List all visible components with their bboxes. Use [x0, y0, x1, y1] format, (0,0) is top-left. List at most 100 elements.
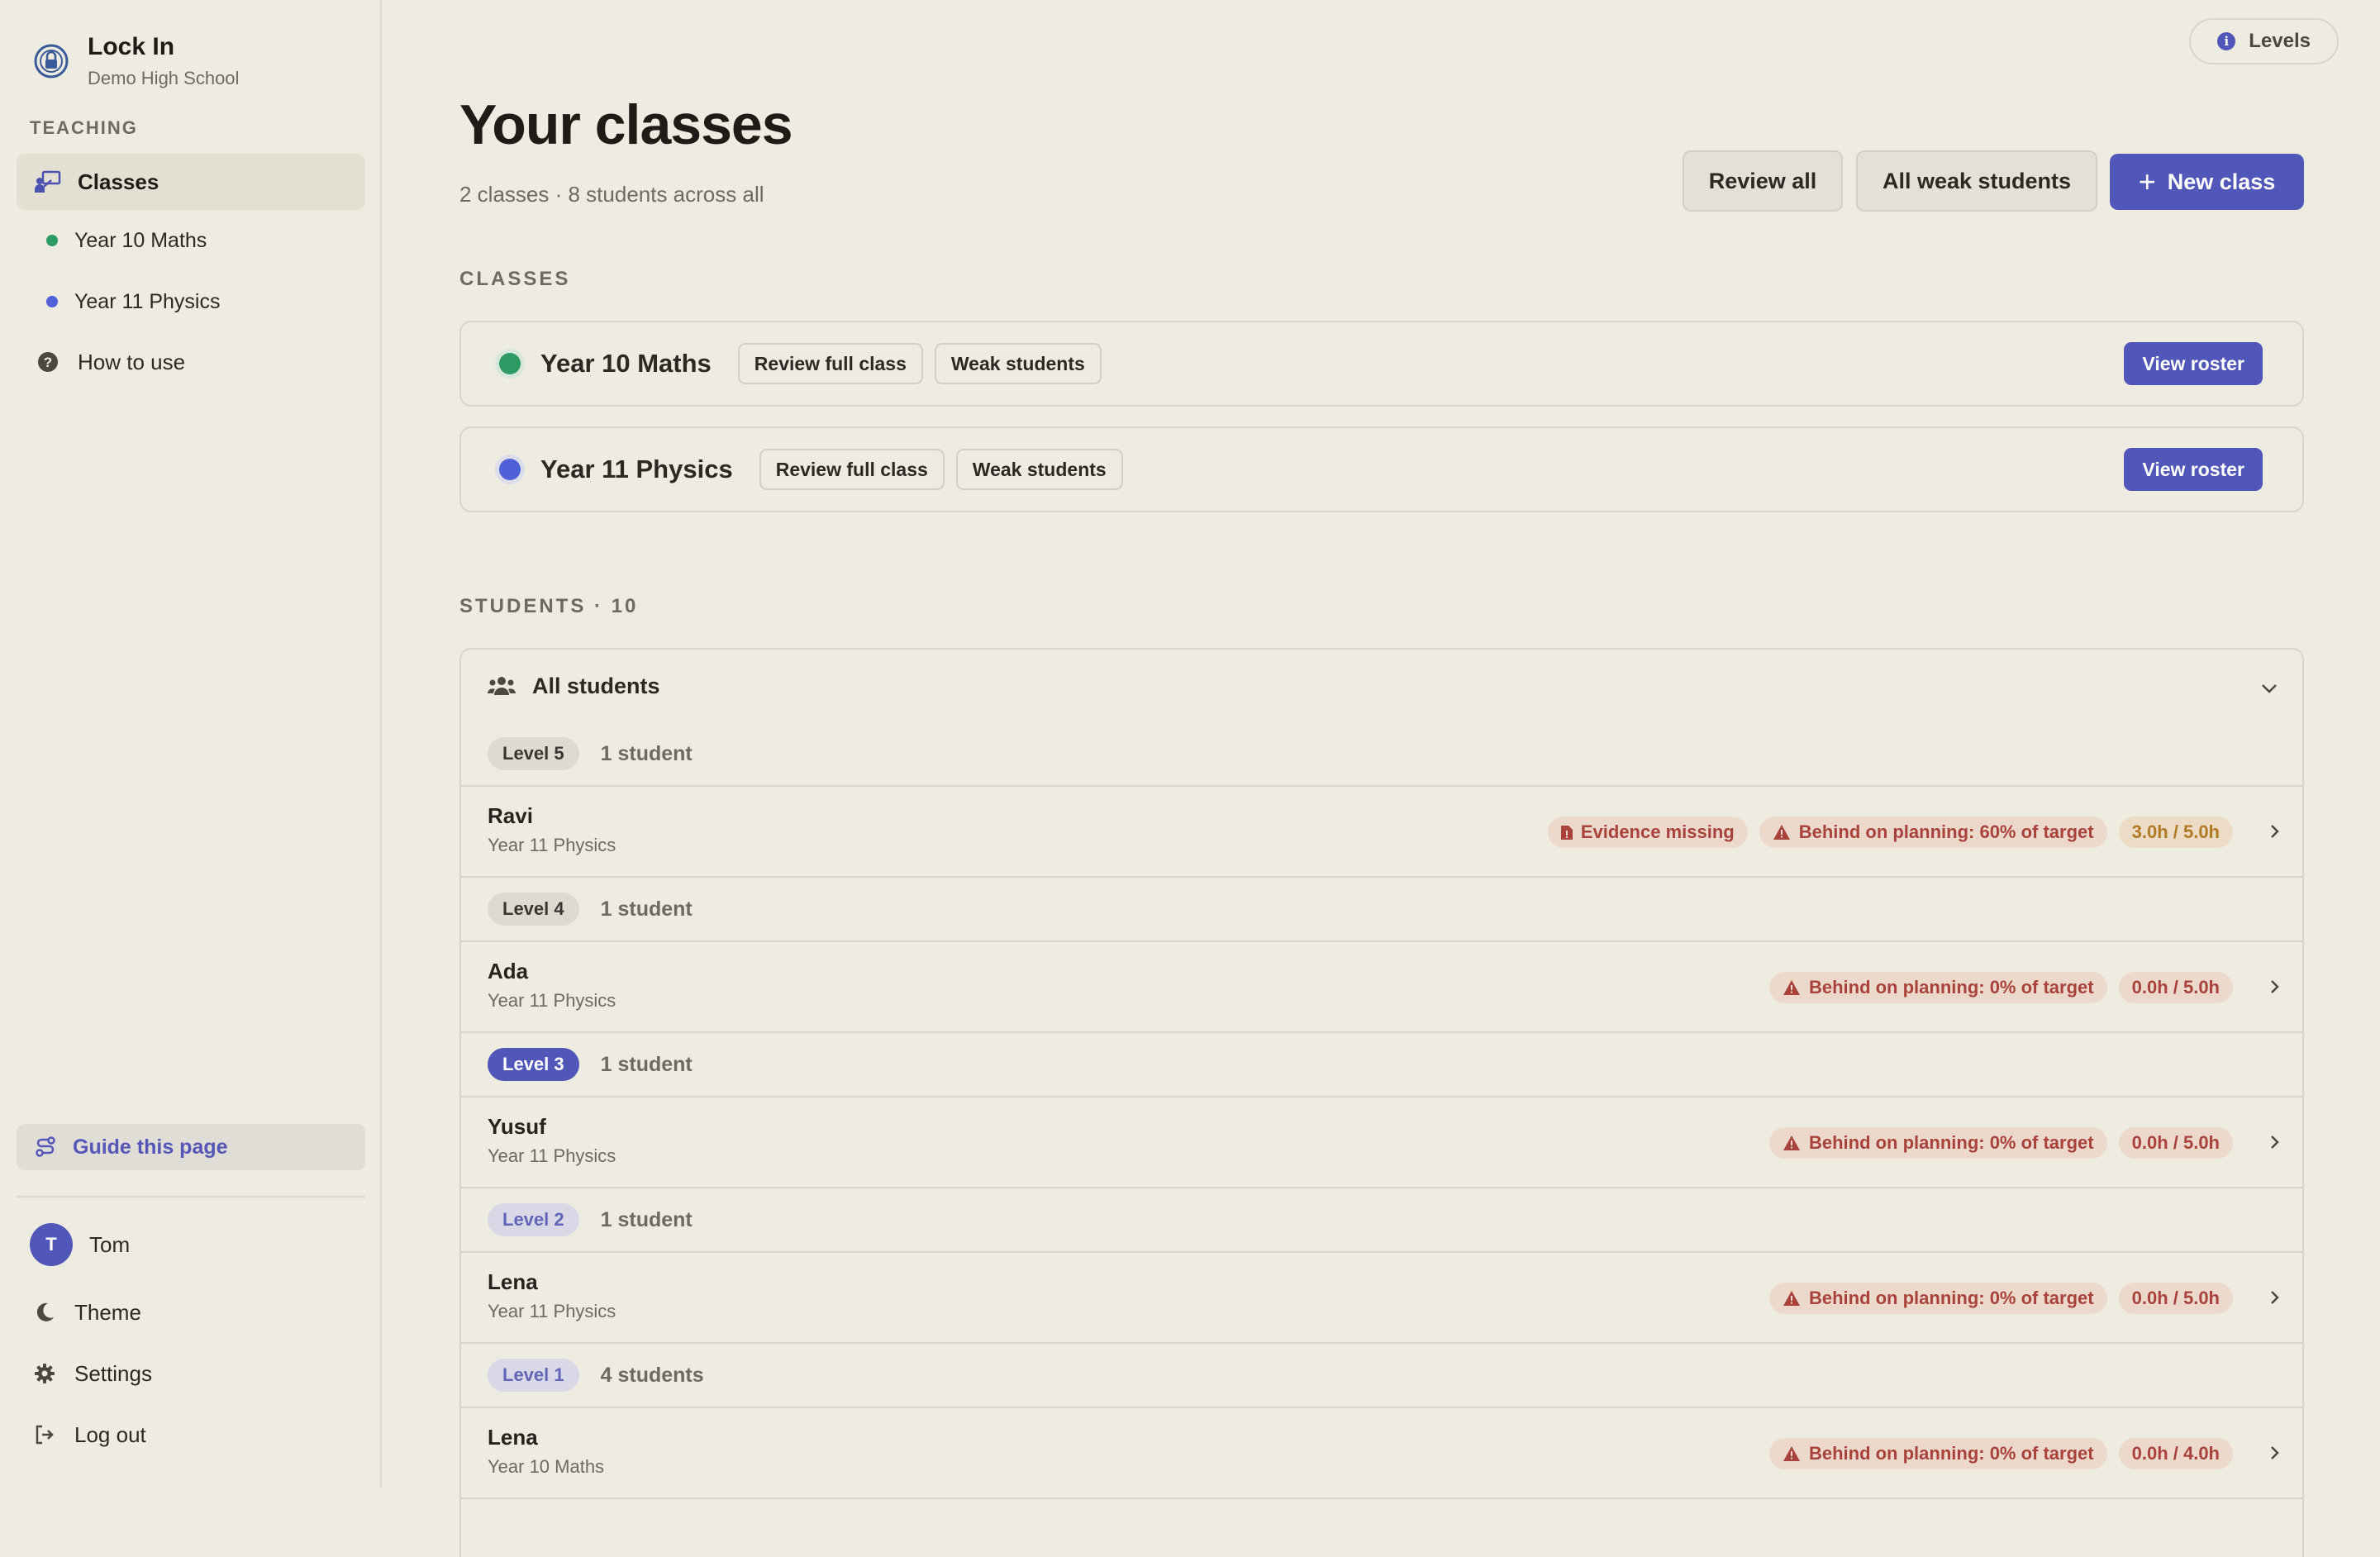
- review-all-button[interactable]: Review all: [1683, 150, 1843, 212]
- behind-planning-badge: Behind on planning: 0% of target: [1768, 1438, 2107, 1469]
- view-roster-button[interactable]: View roster: [2124, 448, 2263, 491]
- settings-link[interactable]: Settings: [30, 1359, 152, 1388]
- classes-section-label: CLASSES: [459, 268, 571, 290]
- level-group-header: Level 5 1 student: [461, 722, 2302, 785]
- classroom-icon: [33, 167, 63, 197]
- behind-planning-badge: Behind on planning: 0% of target: [1768, 972, 2107, 1003]
- student-name: Lena: [488, 1269, 538, 1294]
- level-badge: Level 1: [488, 1359, 579, 1392]
- behind-planning-badge: Behind on planning: 60% of target: [1759, 817, 2107, 848]
- student-name: Ravi: [488, 803, 533, 828]
- warning-triangle-icon: [1773, 824, 1791, 840]
- class-color-dot: [46, 296, 58, 307]
- student-name: Yusuf: [488, 1114, 546, 1139]
- student-row[interactable]: Lena Year 10 Maths Behind on planning: 0…: [461, 1407, 2302, 1499]
- user-name: Tom: [89, 1231, 131, 1257]
- student-class: Year 11 Physics: [488, 1301, 616, 1321]
- hours-badge: 0.0h / 5.0h: [2118, 1283, 2233, 1314]
- sidebar-item-year11-physics[interactable]: Year 11 Physics: [46, 281, 221, 322]
- levels-label: Levels: [2249, 30, 2311, 52]
- student-class: Year 11 Physics: [488, 835, 616, 855]
- level-count: 1 student: [600, 1207, 693, 1231]
- sidebar-class-label: Year 11 Physics: [74, 289, 221, 313]
- logout-icon: [30, 1420, 60, 1450]
- level-badge: Level 4: [488, 893, 579, 926]
- behind-label: Behind on planning: 0% of target: [1808, 1288, 2094, 1308]
- warning-triangle-icon: [1783, 1290, 1801, 1307]
- school-name: Demo High School: [88, 68, 240, 88]
- chevron-down-icon[interactable]: [2261, 674, 2278, 700]
- level-group-header: Level 1 4 students: [461, 1344, 2302, 1407]
- sidebar-class-label: Year 10 Maths: [74, 228, 207, 252]
- student-class: Year 11 Physics: [488, 1145, 616, 1166]
- weak-students-button[interactable]: Weak students: [955, 449, 1123, 490]
- view-roster-button[interactable]: View roster: [2124, 342, 2263, 385]
- review-full-class-button[interactable]: Review full class: [759, 449, 945, 490]
- chevron-right-icon: [2269, 978, 2279, 999]
- page-subtitle: 2 classes · 8 students across all: [459, 182, 764, 207]
- plus-icon: +: [2138, 164, 2156, 198]
- question-circle-icon: ?: [33, 347, 63, 377]
- theme-label: Theme: [74, 1299, 141, 1325]
- avatar: T: [30, 1223, 73, 1266]
- behind-planning-badge: Behind on planning: 0% of target: [1768, 1283, 2107, 1314]
- behind-label: Behind on planning: 0% of target: [1808, 1132, 2094, 1153]
- teaching-section-label: TEACHING: [30, 117, 138, 138]
- main-content: i Levels Your classes 2 classes · 8 stud…: [383, 0, 2380, 1557]
- guide-label: Guide this page: [73, 1135, 228, 1159]
- logout-label: Log out: [74, 1421, 146, 1447]
- level-group-header: Level 3 1 student: [461, 1033, 2302, 1096]
- moon-icon: [30, 1298, 60, 1327]
- gear-icon: [30, 1359, 60, 1388]
- level-count: 1 student: [600, 741, 693, 765]
- class-name: Year 10 Maths: [540, 349, 712, 378]
- sidebar-item-how-to-use[interactable]: ? How to use: [17, 334, 365, 390]
- panel-title: All students: [532, 673, 660, 698]
- info-icon: i: [2217, 32, 2236, 50]
- hours-badge: 0.0h / 4.0h: [2118, 1438, 2233, 1469]
- level-count: 4 students: [600, 1363, 704, 1387]
- user-menu[interactable]: T Tom: [30, 1223, 130, 1266]
- level-badge: Level 2: [488, 1203, 579, 1236]
- hours-badge: 0.0h / 5.0h: [2118, 972, 2233, 1003]
- guide-this-page-button[interactable]: Guide this page: [17, 1124, 365, 1170]
- level-badge: Level 3: [488, 1048, 579, 1081]
- warning-triangle-icon: [1783, 1445, 1801, 1462]
- levels-button[interactable]: i Levels: [2189, 18, 2339, 64]
- student-name: Lena: [488, 1425, 538, 1450]
- brand[interactable]: Lock In Demo High School: [30, 31, 239, 91]
- theme-toggle[interactable]: Theme: [30, 1298, 141, 1327]
- level-group-header: Level 4 1 student: [461, 878, 2302, 940]
- level-badge: Level 5: [488, 737, 579, 770]
- behind-label: Behind on planning: 0% of target: [1808, 1443, 2094, 1464]
- behind-planning-badge: Behind on planning: 0% of target: [1768, 1127, 2107, 1159]
- student-row[interactable]: Ravi Year 11 Physics Evidence missing Be…: [461, 785, 2302, 878]
- behind-label: Behind on planning: 0% of target: [1808, 977, 2094, 998]
- class-card-year10-maths[interactable]: Year 10 Maths Review full class Weak stu…: [459, 321, 2304, 407]
- class-color-dot: [499, 459, 521, 480]
- class-card-year11-physics[interactable]: Year 11 Physics Review full class Weak s…: [459, 426, 2304, 512]
- level-group-header: Level 2 1 student: [461, 1188, 2302, 1251]
- sidebar: Lock In Demo High School TEACHING Classe…: [0, 0, 382, 1488]
- student-row[interactable]: Ada Year 11 Physics Behind on planning: …: [461, 940, 2302, 1033]
- student-class: Year 10 Maths: [488, 1456, 605, 1477]
- logout-link[interactable]: Log out: [30, 1420, 146, 1450]
- weak-students-button[interactable]: Weak students: [934, 343, 1102, 384]
- all-students-header[interactable]: All students: [461, 650, 2302, 722]
- hours-badge: 3.0h / 5.0h: [2118, 817, 2233, 848]
- review-full-class-button[interactable]: Review full class: [737, 343, 923, 384]
- all-weak-students-button[interactable]: All weak students: [1856, 150, 2097, 212]
- new-class-button[interactable]: + New class: [2110, 154, 2304, 210]
- class-color-dot: [499, 353, 521, 374]
- app-name: Lock In: [88, 33, 175, 60]
- student-row[interactable]: Yusuf Year 11 Physics Behind on planning…: [461, 1096, 2302, 1188]
- sidebar-item-classes[interactable]: Classes: [17, 154, 365, 210]
- hours-badge: 0.0h / 5.0h: [2118, 1127, 2233, 1159]
- evidence-label: Evidence missing: [1580, 821, 1735, 842]
- lock-logo-icon: [30, 40, 73, 83]
- new-class-label: New class: [2167, 169, 2276, 194]
- students-panel: All students Level 5 1 student Ravi Year…: [459, 648, 2304, 1557]
- sidebar-item-year10-maths[interactable]: Year 10 Maths: [46, 220, 207, 261]
- student-row[interactable]: Lena Year 11 Physics Behind on planning:…: [461, 1251, 2302, 1344]
- chevron-right-icon: [2269, 1134, 2279, 1155]
